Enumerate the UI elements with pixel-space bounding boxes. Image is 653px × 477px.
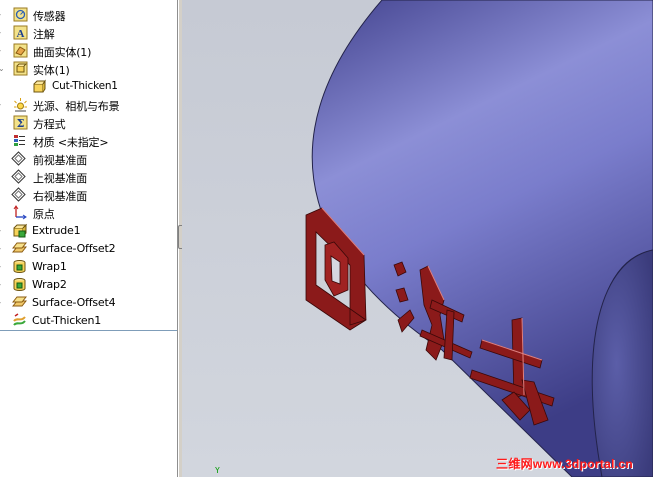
expand-arrow-icon[interactable]: › <box>0 280 4 290</box>
tree-item-right-plane[interactable]: 右视基准面 <box>0 186 177 204</box>
tree-item-label: 材质 <未指定> <box>33 136 109 149</box>
axis-y-label: Y <box>215 466 220 475</box>
tree-item-label: Cut-Thicken1 <box>52 80 118 92</box>
tree-item-label: 曲面实体(1) <box>33 46 92 59</box>
tree-divider <box>0 330 177 331</box>
tree-item-label: 上视基准面 <box>33 172 87 185</box>
plane-icon <box>11 151 26 166</box>
lights-cameras-icon <box>13 97 28 112</box>
expand-arrow-icon[interactable]: › <box>0 298 4 308</box>
graphics-viewport[interactable] <box>182 0 653 477</box>
model-render <box>305 0 653 477</box>
tree-item-origin[interactable]: 原点 <box>0 204 177 222</box>
wrap-icon <box>12 277 27 292</box>
tree-item-surface-bodies[interactable]: › 曲面实体(1) <box>0 42 177 60</box>
tree-item-label: Surface-Offset4 <box>32 296 116 309</box>
equations-icon: Σ <box>13 115 28 130</box>
tree-item-annotations[interactable]: › A 注解 <box>0 24 177 42</box>
material-icon <box>12 133 27 148</box>
tree-item-sensors[interactable]: › 传感器 <box>0 6 177 24</box>
feature-manager-tree: › 传感器 › A 注解 › 曲面实体(1) ⌄ 实体(1) Cut-Thick… <box>0 0 178 477</box>
tree-item-solid-bodies[interactable]: ⌄ 实体(1) <box>0 60 177 78</box>
tree-item-extrude1[interactable]: › Extrude1 <box>0 222 177 240</box>
svg-text:Σ: Σ <box>17 117 25 130</box>
tree-item-label: 注解 <box>33 28 55 41</box>
tree-item-material[interactable]: 材质 <未指定> <box>0 132 177 150</box>
tree-item-lights-cameras[interactable]: › 光源、相机与布景 <box>0 96 177 114</box>
tree-item-surface-offset4[interactable]: › Surface-Offset4 <box>0 294 177 312</box>
tree-item-body-cut-thicken1[interactable]: Cut-Thicken1 <box>0 78 177 96</box>
expand-arrow-icon[interactable]: › <box>0 28 4 38</box>
tree-item-surface-offset2[interactable]: › Surface-Offset2 <box>0 240 177 258</box>
body-icon <box>31 79 46 94</box>
svg-text:A: A <box>17 28 25 40</box>
tree-item-label: 方程式 <box>33 118 66 131</box>
expand-arrow-icon[interactable]: › <box>0 226 4 236</box>
sensor-icon <box>13 7 28 22</box>
surface-offset-icon <box>12 295 27 310</box>
origin-icon <box>12 205 27 220</box>
surface-offset-icon <box>12 241 27 256</box>
expand-arrow-icon[interactable]: › <box>0 100 4 110</box>
watermark-text: 三维网www.3dportal.cn <box>496 457 633 471</box>
collapse-arrow-icon[interactable]: ⌄ <box>0 64 5 74</box>
tree-item-front-plane[interactable]: 前视基准面 <box>0 150 177 168</box>
tree-item-label: 前视基准面 <box>33 154 87 167</box>
tree-item-label: 右视基准面 <box>33 190 87 203</box>
cut-thicken-icon <box>12 313 27 328</box>
tree-item-label: Wrap2 <box>32 278 67 291</box>
tree-item-label: Wrap1 <box>32 260 67 273</box>
surface-bodies-icon <box>13 43 28 58</box>
plane-icon <box>11 169 26 184</box>
expand-arrow-icon[interactable]: › <box>0 10 4 20</box>
tree-item-label: 光源、相机与布景 <box>33 100 120 113</box>
tree-item-label: Surface-Offset2 <box>32 242 116 255</box>
tree-item-wrap1[interactable]: › Wrap1 <box>0 258 177 276</box>
expand-arrow-icon[interactable]: › <box>0 244 4 254</box>
solid-bodies-icon <box>13 61 28 76</box>
annotation-icon: A <box>13 25 28 40</box>
tree-item-label: 实体(1) <box>33 64 70 77</box>
tree-item-cut-thicken1[interactable]: Cut-Thicken1 <box>0 312 177 330</box>
wrap-icon <box>12 259 27 274</box>
tree-item-label: Cut-Thicken1 <box>32 314 102 327</box>
tree-item-equations[interactable]: Σ 方程式 <box>0 114 177 132</box>
tree-item-label: Extrude1 <box>32 224 81 237</box>
tree-item-top-plane[interactable]: 上视基准面 <box>0 168 177 186</box>
extrude-icon <box>12 223 27 238</box>
expand-arrow-icon[interactable]: › <box>0 46 4 56</box>
tree-item-label: 传感器 <box>33 10 66 23</box>
expand-arrow-icon[interactable]: › <box>0 262 4 272</box>
tree-item-wrap2[interactable]: › Wrap2 <box>0 276 177 294</box>
plane-icon <box>11 187 26 202</box>
tree-item-label: 原点 <box>33 208 55 221</box>
